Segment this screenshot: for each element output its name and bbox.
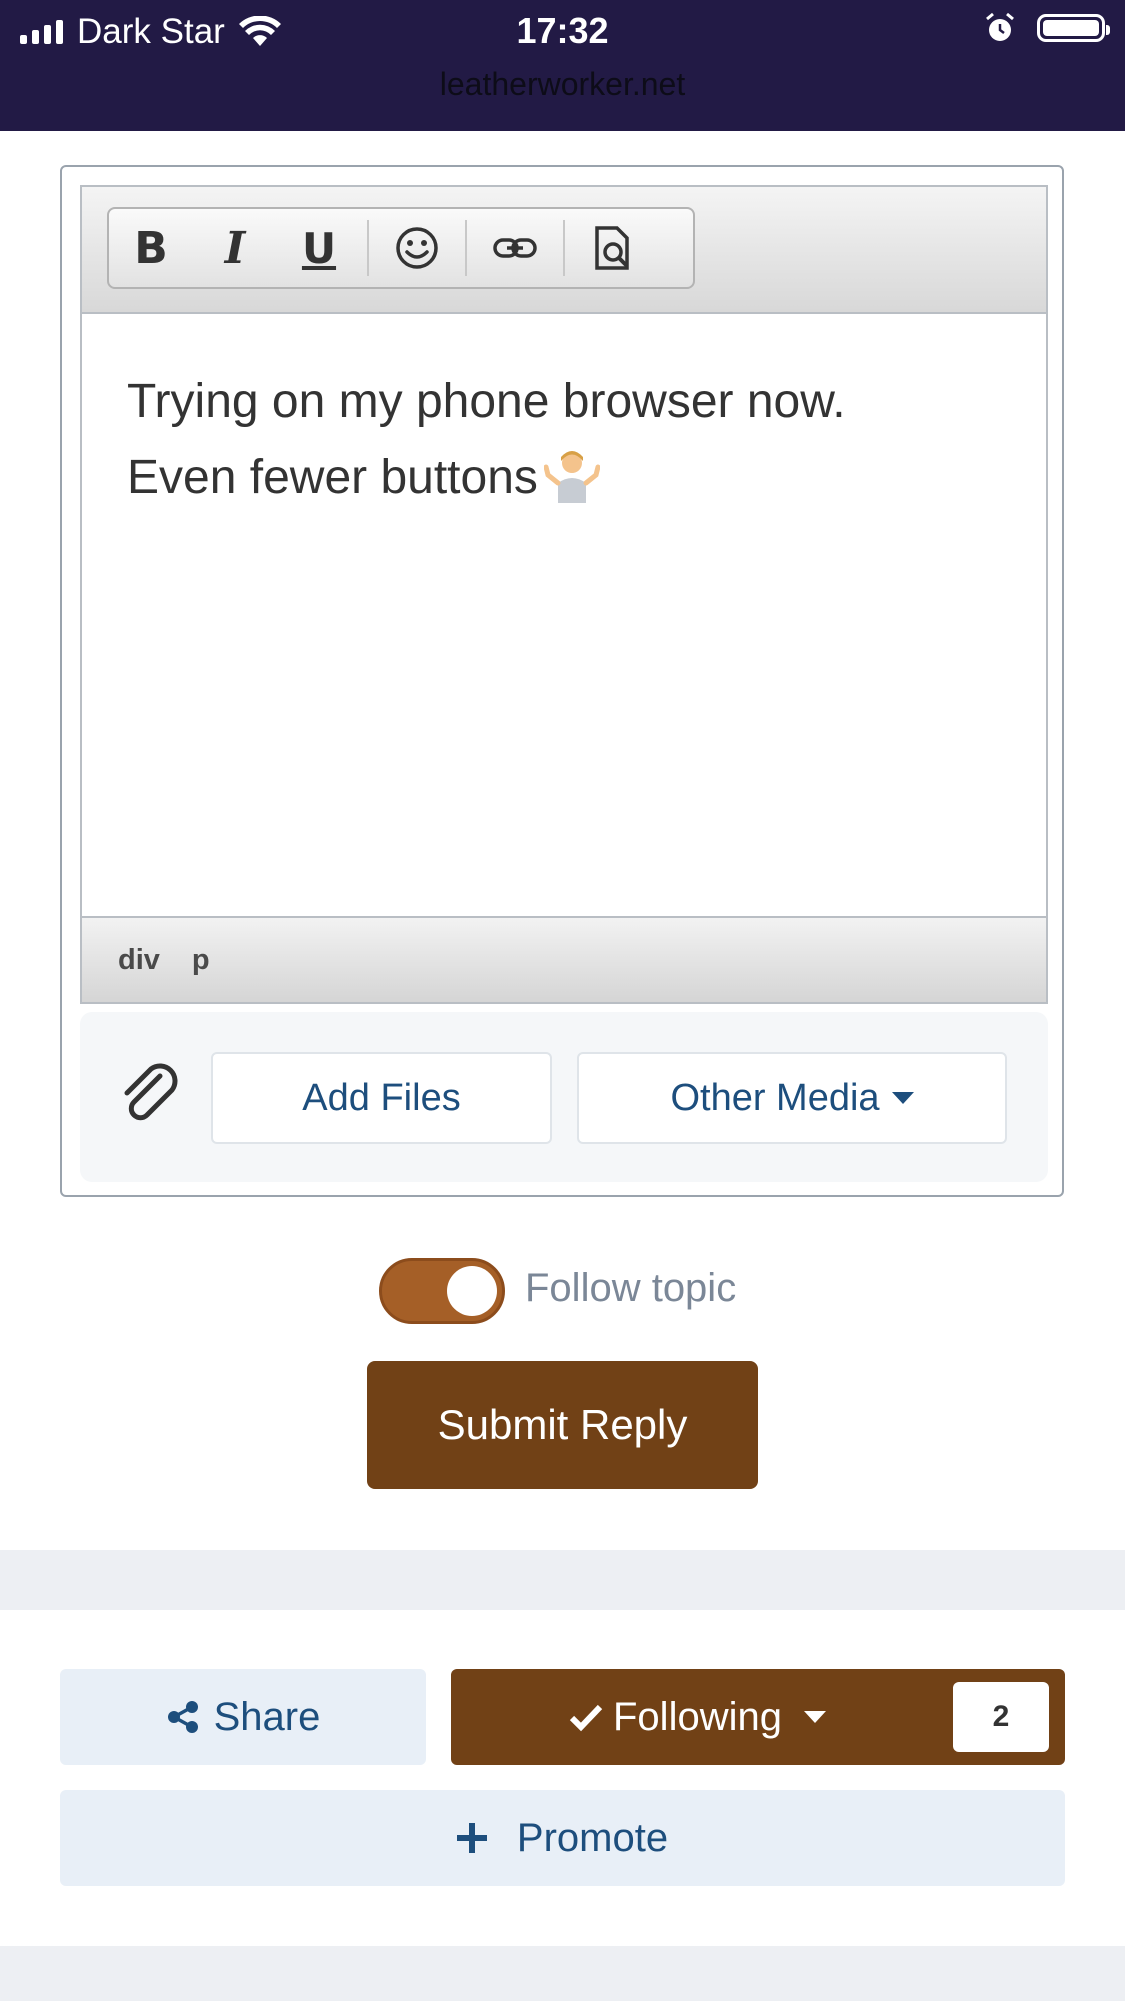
section-divider	[0, 1550, 1125, 1610]
status-bar: Dark Star 17:32 leatherworker.net	[0, 0, 1125, 131]
following-button[interactable]: Following 2	[451, 1669, 1065, 1765]
content-line-2: Even fewer buttons	[127, 440, 1001, 516]
italic-button[interactable]: I	[193, 209, 277, 287]
attachment-bar: Add Files Other Media	[80, 1012, 1048, 1182]
share-icon	[167, 1701, 198, 1733]
path-element[interactable]: div	[118, 944, 160, 977]
followers-count-badge: 2	[953, 1682, 1049, 1752]
following-label: Following	[613, 1694, 782, 1739]
reply-editor-container: B I U Trying on my phone browser now. Ev…	[60, 165, 1064, 1197]
editor-content[interactable]: Trying on my phone browser now. Even few…	[82, 314, 1046, 914]
battery-icon	[1037, 14, 1110, 42]
follow-topic-label: Follow topic	[525, 1266, 737, 1310]
add-files-button[interactable]: Add Files	[211, 1052, 552, 1144]
underline-button[interactable]: U	[277, 209, 361, 287]
content-line-text: Even fewer buttons	[127, 451, 538, 504]
toggle-knob	[447, 1266, 497, 1316]
emoji-button[interactable]	[375, 209, 459, 287]
section-divider	[0, 1946, 1125, 2001]
follow-topic-toggle[interactable]	[379, 1258, 505, 1324]
bold-button[interactable]: B	[109, 209, 193, 287]
share-label: Share	[213, 1694, 321, 1739]
toolbar-divider	[465, 220, 467, 276]
toolbar-button-group: B I U	[107, 207, 695, 289]
link-icon	[493, 238, 537, 258]
person-shrugging-emoji	[543, 451, 600, 503]
submit-reply-button[interactable]: Submit Reply	[367, 1361, 758, 1489]
following-label-group: Following	[569, 1669, 826, 1765]
share-button[interactable]: Share	[60, 1669, 426, 1765]
clock: 17:32	[516, 10, 609, 51]
toolbar-divider	[563, 220, 565, 276]
emoji-icon	[396, 227, 438, 269]
page-url[interactable]: leatherworker.net	[0, 66, 1125, 103]
promote-label: Promote	[516, 1815, 669, 1860]
path-element[interactable]: p	[192, 944, 210, 977]
rich-text-editor: B I U Trying on my phone browser now. Ev…	[80, 185, 1048, 1004]
alarm-icon	[986, 12, 1014, 41]
toolbar-divider	[367, 220, 369, 276]
chevron-down-icon	[803, 1711, 826, 1723]
plus-icon	[456, 1823, 487, 1853]
checkmark-icon	[569, 1704, 603, 1732]
chevron-down-icon	[891, 1092, 914, 1104]
status-right	[985, 12, 1110, 44]
other-media-button[interactable]: Other Media	[577, 1052, 1007, 1144]
promote-button[interactable]: Promote	[60, 1790, 1065, 1886]
link-button[interactable]	[473, 209, 557, 287]
preview-icon	[595, 226, 629, 270]
other-media-label: Other Media	[670, 1076, 880, 1119]
content-line: Trying on my phone browser now.	[127, 375, 846, 428]
element-path-bar: div p	[82, 916, 1046, 1002]
paperclip-icon	[124, 1063, 178, 1121]
editor-toolbar: B I U	[82, 187, 1046, 314]
preview-button[interactable]	[571, 209, 655, 287]
